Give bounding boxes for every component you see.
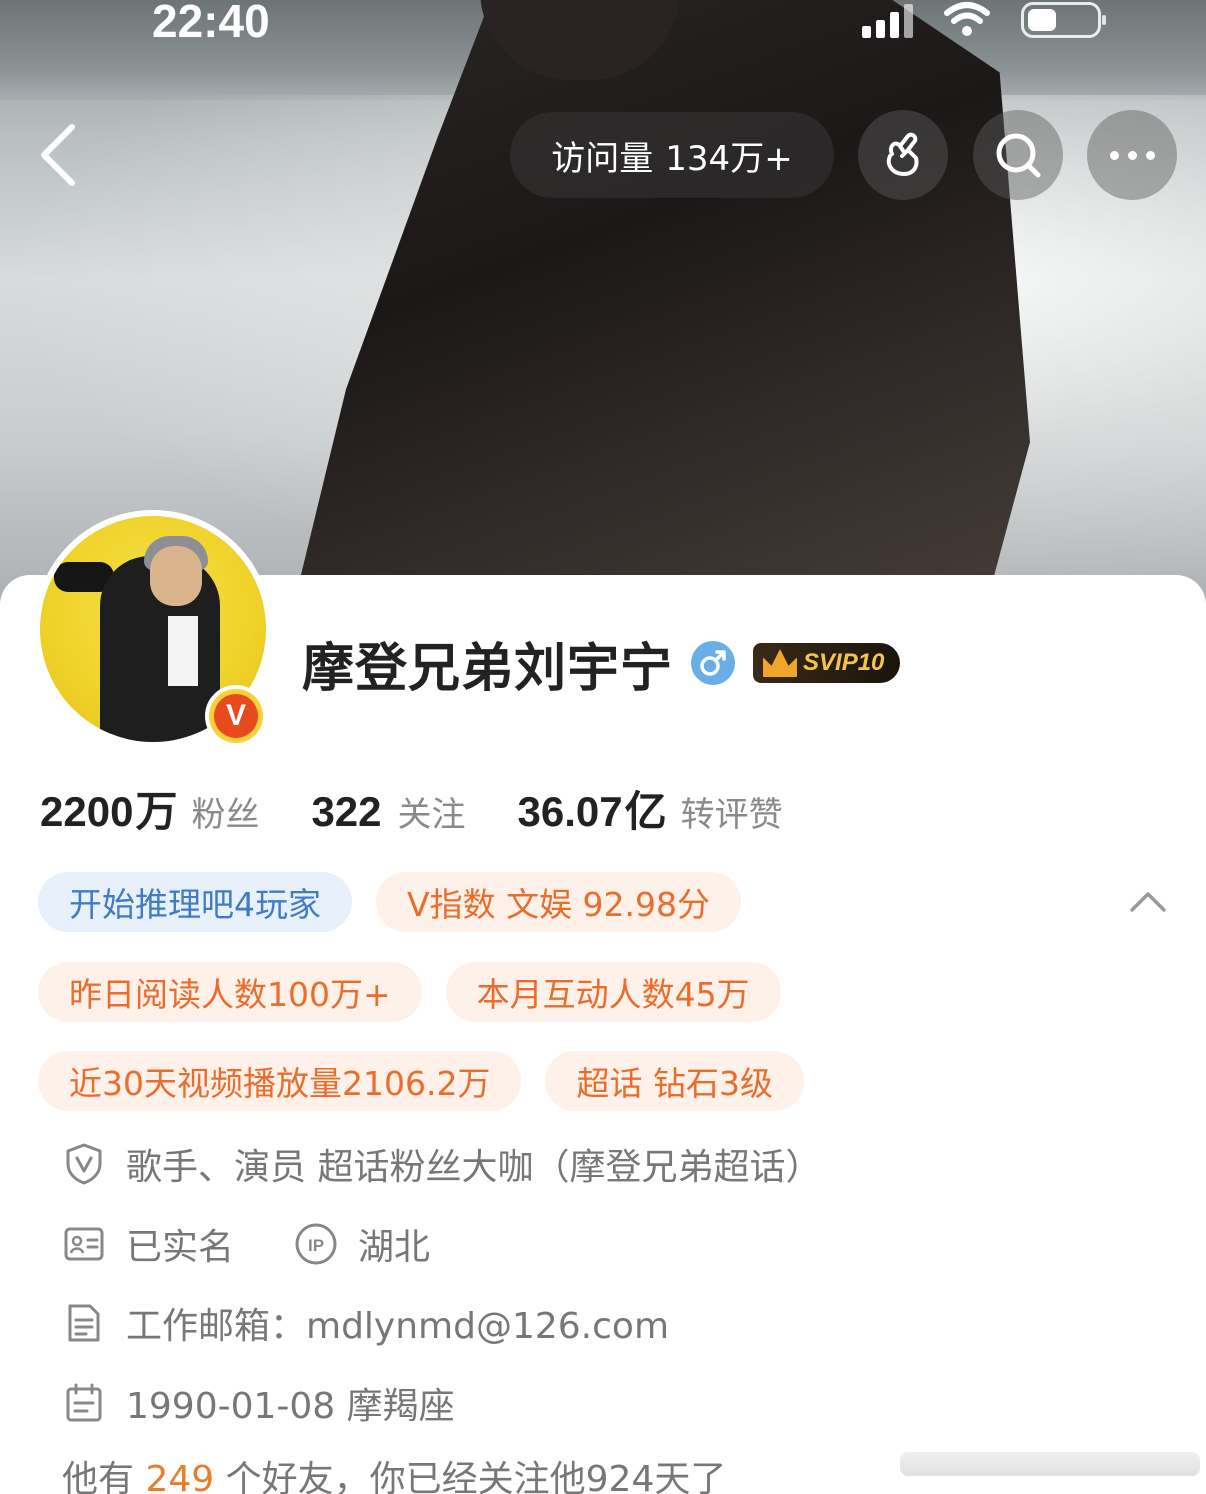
wifi-icon: [944, 2, 990, 36]
stat-number: 36.07: [517, 788, 623, 835]
more-icon: [1109, 150, 1155, 160]
status-time: 22:40: [152, 0, 270, 47]
svip-badge[interactable]: SVIP10: [753, 643, 901, 683]
verified-icon: V: [214, 694, 258, 738]
tag-monthly-interactions[interactable]: 本月互动人数45万: [445, 962, 781, 1022]
username: 摩登兄弟刘宇宁: [302, 638, 674, 699]
chevron-left-icon: [41, 124, 75, 186]
birthday-text: 1990-01-08 摩羯座: [126, 1386, 455, 1427]
stat-following[interactable]: 322 关注: [311, 787, 465, 836]
visit-label: 访问量: [551, 138, 654, 179]
status-icons: [862, 0, 1106, 40]
tag-row-1: 开始推理吧4玩家 V指数 文娱 92.98分: [38, 872, 742, 932]
info-verification[interactable]: 歌手、演员 超话粉丝大咖（摩登兄弟超话）: [62, 1134, 821, 1194]
friends-middle: 个好友，你已经关注他: [225, 1459, 586, 1494]
ip-location-icon: IP: [294, 1222, 338, 1266]
visit-count-pill[interactable]: 访问量 134万+: [510, 112, 834, 198]
friends-prefix: 他有: [62, 1459, 135, 1494]
stat-interactions[interactable]: 36.07 亿 转评赞: [518, 778, 783, 839]
friends-summary[interactable]: 他有 249 个好友，你已经关注他924天了: [62, 1450, 726, 1494]
crown-icon: [763, 649, 798, 677]
stat-label: 转评赞: [680, 795, 783, 835]
battery-icon: [1021, 2, 1106, 38]
follow-days: 924: [585, 1459, 655, 1494]
verified-badge: V: [205, 685, 267, 747]
stats-row: 2200 万 粉丝 322 关注 36.07 亿 转评赞: [40, 778, 835, 842]
document-icon: [62, 1301, 106, 1345]
more-button[interactable]: [1087, 110, 1177, 200]
tag-game-player[interactable]: 开始推理吧4玩家: [38, 872, 352, 932]
tag-row-2: 昨日阅读人数100万+ 本月互动人数45万: [38, 962, 781, 1022]
ip-location-text: 湖北: [358, 1227, 431, 1268]
stat-followers[interactable]: 2200 万 粉丝: [40, 778, 259, 839]
friends-count: 249: [145, 1459, 215, 1494]
stat-label: 关注: [397, 795, 466, 835]
collapse-button[interactable]: [1126, 884, 1170, 920]
info-birthday: 1990-01-08 摩羯座: [62, 1373, 455, 1433]
signal-icon: [862, 2, 913, 38]
tag-v-index[interactable]: V指数 文娱 92.98分: [376, 872, 742, 932]
tag-row-3: 近30天视频播放量2106.2万 超话 钻石3级: [38, 1051, 804, 1111]
visit-count: 134万+: [665, 138, 793, 179]
male-icon: [691, 641, 736, 685]
tag-supertopic-level[interactable]: 超话 钻石3级: [545, 1051, 804, 1111]
email-text: 工作邮箱：mdlynmd@126.com: [126, 1306, 670, 1347]
calendar-icon: [62, 1381, 106, 1425]
svg-text:IP: IP: [308, 1236, 324, 1255]
id-card-icon: [62, 1222, 106, 1266]
stat-unit: 亿: [624, 787, 667, 836]
real-name-text: 已实名: [126, 1227, 235, 1268]
friends-suffix: 天了: [654, 1459, 727, 1494]
stat-label: 粉丝: [191, 795, 260, 835]
stat-number: 322: [311, 788, 382, 835]
stat-unit: 万: [135, 787, 178, 836]
verification-text: 歌手、演员 超话粉丝大咖（摩登兄弟超话）: [126, 1147, 822, 1188]
tag-daily-readers[interactable]: 昨日阅读人数100万+: [38, 962, 422, 1022]
search-button[interactable]: [973, 110, 1063, 200]
stat-number: 2200: [40, 788, 134, 835]
tag-video-plays[interactable]: 近30天视频播放量2106.2万: [38, 1051, 522, 1111]
info-email[interactable]: 工作邮箱：mdlynmd@126.com: [62, 1293, 669, 1353]
back-button[interactable]: [28, 120, 88, 190]
svip-label: SVIP10: [803, 649, 885, 676]
shield-v-icon: [62, 1142, 106, 1186]
info-realname-ip: 已实名 IP 湖北: [62, 1214, 430, 1274]
search-icon: [996, 133, 1041, 178]
horizontal-scrollbar[interactable]: [900, 1452, 1200, 1476]
name-row: 摩登兄弟刘宇宁 SVIP10: [302, 628, 901, 699]
finger-heart-button[interactable]: [858, 110, 948, 200]
chevron-up-icon: [1130, 892, 1166, 912]
finger-heart-icon: [886, 132, 919, 176]
